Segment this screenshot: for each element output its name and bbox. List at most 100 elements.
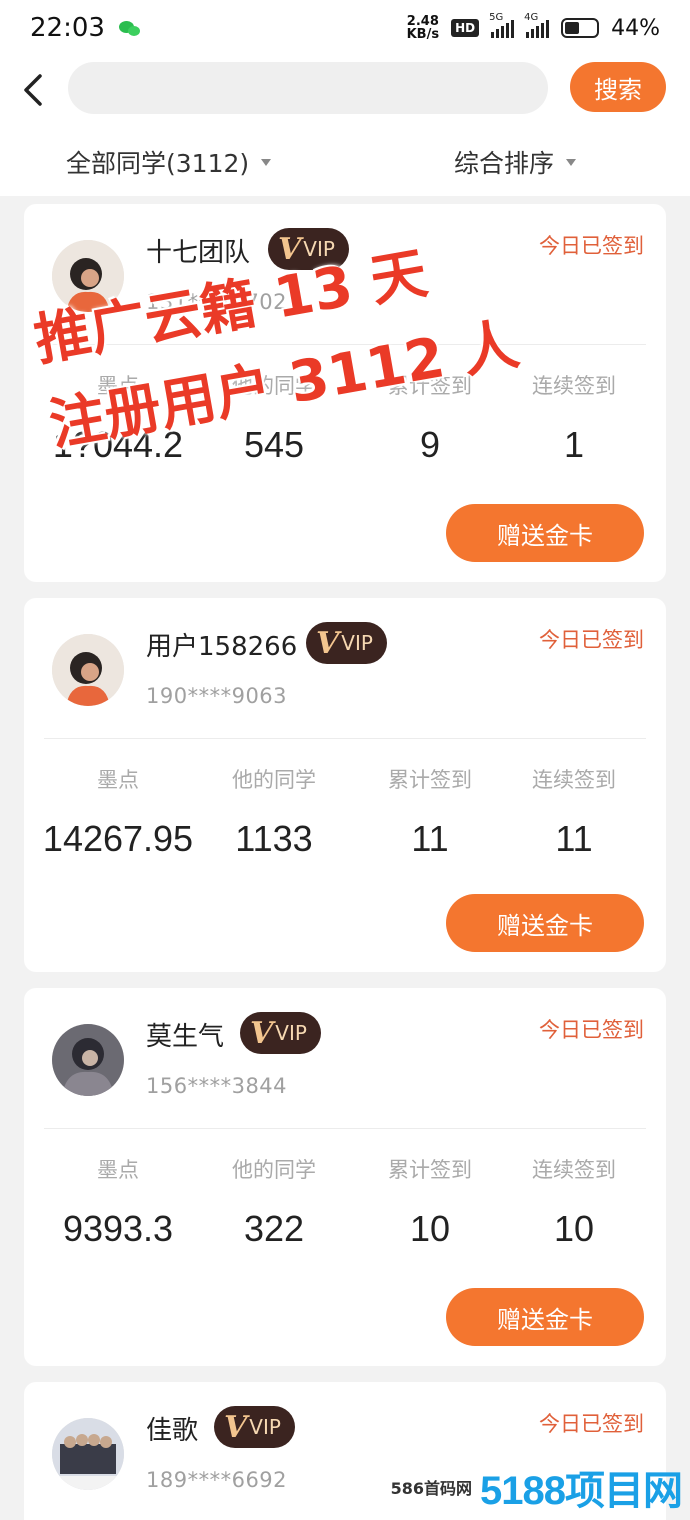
caret-down-icon bbox=[566, 158, 577, 166]
search-button[interactable]: 搜索 bbox=[570, 62, 666, 112]
vip-label: VIP bbox=[303, 237, 335, 261]
classmates-filter-label: 全部同学(3112) bbox=[66, 149, 250, 178]
wechat-icon bbox=[118, 19, 141, 37]
phone-number: 156****3844 bbox=[146, 1074, 288, 1098]
user-name: 用户158266 bbox=[146, 632, 298, 662]
stat-classmates: 他的同学 322 bbox=[194, 1154, 354, 1250]
watermark-logo: 5188项目网 bbox=[480, 1469, 683, 1513]
member-card: 十七团队 V VIP 131****8702 今日已签到 墨点 1?044.2 … bbox=[24, 204, 666, 582]
stat-ink-points: 墨点 1?044.2 bbox=[38, 370, 198, 466]
status-bar: 22:03 2.48 KB/s HD 5G 4G 44% bbox=[0, 0, 690, 56]
stat-classmates: 他的同学 1133 bbox=[194, 764, 354, 860]
stat-value: 14267.95 bbox=[42, 818, 194, 859]
stat-ink-points: 墨点 14267.95 bbox=[38, 764, 198, 860]
stat-label: 连续签到 bbox=[532, 374, 616, 398]
signal-5g-label: 5G bbox=[489, 12, 504, 23]
vip-v-icon: V bbox=[250, 1015, 274, 1051]
network-speed: 2.48 KB/s bbox=[407, 15, 439, 41]
battery-icon bbox=[561, 18, 600, 38]
stat-label: 累计签到 bbox=[388, 374, 472, 398]
search-input[interactable] bbox=[68, 62, 548, 114]
divider bbox=[44, 1128, 646, 1129]
stat-streak-checkins: 连续签到 1 bbox=[494, 370, 654, 466]
stats-row: 墨点 14267.95 他的同学 1133 累计签到 11 连续签到 11 bbox=[24, 764, 666, 874]
vip-label: VIP bbox=[341, 631, 373, 655]
signed-status: 今日已签到 bbox=[539, 628, 644, 652]
stat-label: 连续签到 bbox=[532, 768, 616, 792]
stat-classmates: 他的同学 545 bbox=[194, 370, 354, 466]
stat-label: 墨点 bbox=[97, 374, 139, 398]
stat-label: 他的同学 bbox=[232, 768, 316, 792]
gift-gold-card-button[interactable]: 赠送金卡 bbox=[446, 894, 644, 952]
stat-label: 墨点 bbox=[97, 1158, 139, 1182]
member-card: 莫生气 V VIP 156****3844 今日已签到 墨点 9393.3 他的… bbox=[24, 988, 666, 1366]
signal-4g-icon: 4G bbox=[524, 12, 550, 38]
back-button[interactable] bbox=[18, 70, 48, 110]
stat-label: 累计签到 bbox=[388, 768, 472, 792]
stat-value: 11 bbox=[555, 818, 593, 859]
stat-value: 322 bbox=[243, 1208, 305, 1249]
vip-label: VIP bbox=[275, 1021, 307, 1045]
watermark-small: 586首码网 bbox=[390, 1479, 473, 1498]
stat-ink-points: 墨点 9393.3 bbox=[38, 1154, 198, 1250]
stat-streak-checkins: 连续签到 10 bbox=[494, 1154, 654, 1250]
phone-number: 190****9063 bbox=[146, 684, 288, 708]
divider bbox=[44, 738, 646, 739]
stat-value: 1133 bbox=[235, 818, 313, 859]
battery-percent: 44% bbox=[611, 15, 660, 41]
network-speed-unit: KB/s bbox=[406, 27, 440, 42]
stat-value: 10 bbox=[409, 1208, 451, 1249]
avatar bbox=[52, 1418, 124, 1490]
vip-label: VIP bbox=[249, 1415, 281, 1439]
sort-dropdown[interactable]: 综合排序 bbox=[454, 144, 577, 180]
divider bbox=[44, 344, 646, 345]
watermark: 586首码网 5188项目网 bbox=[390, 1458, 683, 1516]
avatar bbox=[52, 240, 124, 312]
user-name: 十七团队 bbox=[146, 238, 251, 268]
vip-badge: V VIP bbox=[268, 228, 349, 270]
stat-value: 9393.3 bbox=[62, 1208, 174, 1249]
stat-value: 1?044.2 bbox=[52, 424, 184, 465]
phone-number: 131****8702 bbox=[146, 290, 288, 314]
stat-value: 11 bbox=[411, 818, 449, 859]
member-card: 用户158266 V VIP 190****9063 今日已签到 墨点 1426… bbox=[24, 598, 666, 972]
vip-badge: V VIP bbox=[306, 622, 387, 664]
stats-row: 墨点 1?044.2 他的同学 545 累计签到 9 连续签到 1 bbox=[24, 370, 666, 480]
user-name: 佳歌 bbox=[146, 1416, 199, 1446]
stat-total-checkins: 累计签到 10 bbox=[350, 1154, 510, 1250]
status-time: 22:03 bbox=[30, 13, 105, 43]
avatar bbox=[52, 1024, 124, 1096]
stat-label: 他的同学 bbox=[232, 1158, 316, 1182]
stat-value: 10 bbox=[553, 1208, 595, 1249]
stats-row: 墨点 9393.3 他的同学 322 累计签到 10 连续签到 10 bbox=[24, 1154, 666, 1264]
vip-v-icon: V bbox=[224, 1409, 248, 1445]
stat-label: 连续签到 bbox=[532, 1158, 616, 1182]
stat-label: 墨点 bbox=[97, 768, 139, 792]
vip-badge: V VIP bbox=[240, 1012, 321, 1054]
signed-status: 今日已签到 bbox=[539, 1412, 644, 1436]
status-indicators: 2.48 KB/s HD 5G 4G 44% bbox=[407, 12, 660, 41]
signal-5g-icon: 5G bbox=[489, 12, 515, 38]
gift-gold-card-button[interactable]: 赠送金卡 bbox=[446, 1288, 644, 1346]
vip-v-icon: V bbox=[278, 231, 302, 267]
stat-value: 9 bbox=[419, 424, 441, 465]
avatar bbox=[52, 634, 124, 706]
user-name: 莫生气 bbox=[146, 1022, 225, 1052]
gift-gold-card-button[interactable]: 赠送金卡 bbox=[446, 504, 644, 562]
stat-label: 他的同学 bbox=[232, 374, 316, 398]
stat-value: 1 bbox=[563, 424, 585, 465]
signed-status: 今日已签到 bbox=[539, 234, 644, 258]
stat-total-checkins: 累计签到 9 bbox=[350, 370, 510, 466]
vip-v-icon: V bbox=[316, 625, 340, 661]
stat-label: 累计签到 bbox=[388, 1158, 472, 1182]
hd-icon: HD bbox=[451, 19, 480, 37]
caret-down-icon bbox=[261, 158, 272, 166]
filter-row: 全部同学(3112) 综合排序 bbox=[0, 136, 690, 188]
classmates-filter-dropdown[interactable]: 全部同学(3112) bbox=[66, 144, 272, 180]
stat-streak-checkins: 连续签到 11 bbox=[494, 764, 654, 860]
signal-4g-label: 4G bbox=[524, 12, 539, 23]
signed-status: 今日已签到 bbox=[539, 1018, 644, 1042]
chevron-left-icon bbox=[24, 74, 42, 106]
header: 搜索 全部同学(3112) 综合排序 bbox=[0, 56, 690, 196]
vip-badge: V VIP bbox=[214, 1406, 295, 1448]
